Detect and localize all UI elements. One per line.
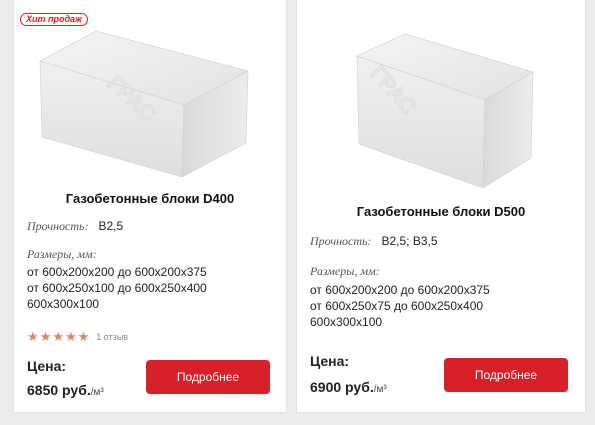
product-image[interactable]: ГРАС: [36, 27, 250, 179]
star-icon: ★: [52, 329, 64, 344]
sizes-label: Размеры, мм:: [310, 264, 380, 278]
sizes-list: от 600x200x200 до 600x200x375 от 600x250…: [27, 264, 207, 312]
product-image[interactable]: ГРАС: [349, 30, 535, 190]
star-icon: ★: [77, 329, 90, 344]
star-icon: ★: [64, 329, 77, 344]
size-item: от 600x250x75 до 600x250x400: [310, 299, 484, 313]
strength-label: Прочность:: [27, 219, 89, 233]
price-label: Цена:: [310, 353, 350, 369]
size-item: 600x300x100: [27, 297, 100, 311]
sizes-list: от 600x200x200 до 600x200x375 от 600x250…: [310, 282, 490, 330]
price-unit: /м³: [90, 387, 104, 398]
price-label: Цена:: [27, 358, 67, 374]
price-value: 6900 руб.: [310, 379, 374, 395]
size-item: от 600x200x200 до 600x200x375: [27, 265, 207, 279]
details-button[interactable]: Подробнее: [146, 360, 270, 394]
strength-row: Прочность: B2,5; B3,5: [310, 234, 438, 249]
star-icon: ★: [39, 329, 52, 344]
size-item: от 600x250x100 до 600x250x400: [27, 281, 207, 295]
star-icon: ★: [27, 329, 39, 344]
price-value: 6850 руб.: [27, 382, 91, 398]
size-item: от 600x200x200 до 600x200x375: [310, 283, 490, 297]
details-button[interactable]: Подробнее: [444, 358, 568, 392]
product-card: ГРАС Газобетонные блоки D500 Прочность: B…: [297, 0, 585, 412]
price-unit: /м³: [373, 384, 387, 395]
strength-value: B2,5; B3,5: [381, 234, 438, 248]
sizes-label: Размеры, мм:: [27, 247, 97, 261]
product-title[interactable]: Газобетонные блоки D400: [14, 191, 286, 206]
strength-value: B2,5: [98, 219, 124, 233]
hit-badge: Хит продаж: [20, 13, 88, 26]
strength-row: Прочность: B2,5: [27, 219, 123, 234]
size-item: 600x300x100: [310, 315, 383, 329]
price: 6900 руб./м³: [310, 379, 387, 395]
price: 6850 руб./м³: [27, 382, 104, 398]
product-title[interactable]: Газобетонные блоки D500: [297, 204, 585, 219]
rating: ★ ★ ★ ★ ★ 1 отзыв: [27, 330, 128, 343]
strength-label: Прочность:: [310, 234, 372, 248]
reviews-link[interactable]: 1 отзыв: [96, 332, 128, 342]
product-card: Хит продаж ГРАС Газобетонные блоки D400 …: [14, 0, 286, 412]
